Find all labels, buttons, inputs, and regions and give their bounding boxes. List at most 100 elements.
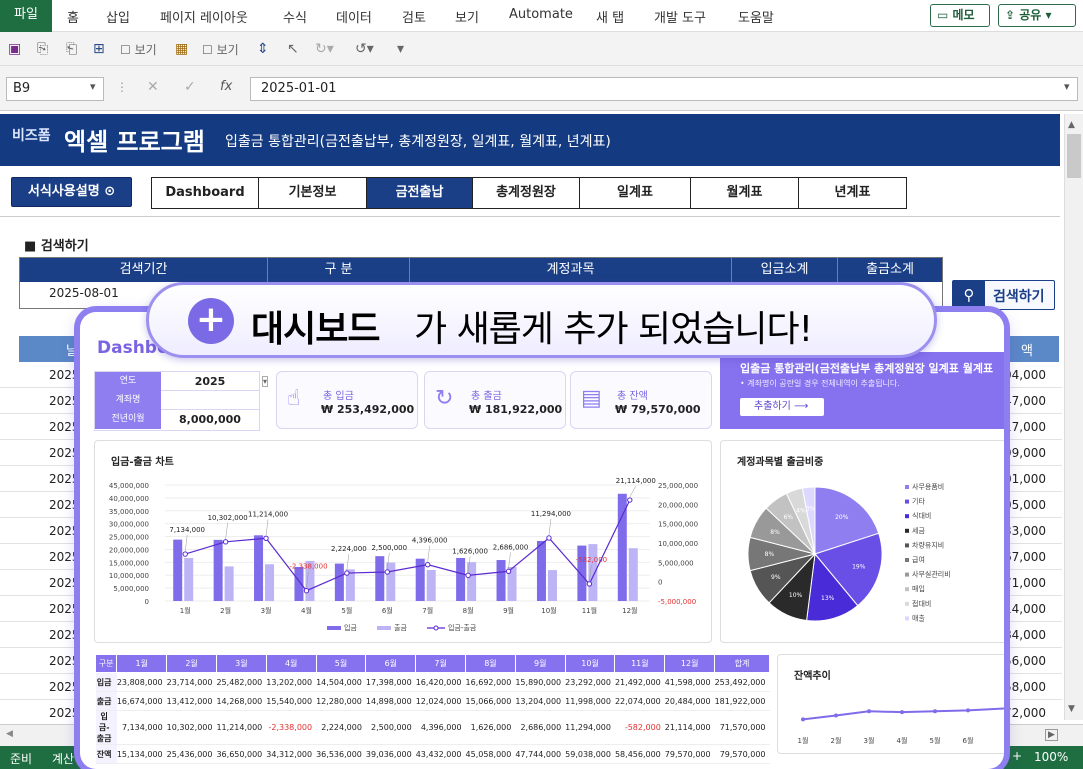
menu-insert[interactable]: 삽입 <box>106 7 130 26</box>
ledger-amount: 05,000 <box>1004 498 1046 512</box>
menu-formulas[interactable]: 수식 <box>283 7 307 26</box>
table-cell: 23,292,000 <box>565 672 615 692</box>
net-point <box>586 581 593 587</box>
row-key: 입금-출금 <box>95 710 117 745</box>
table-cell: 23,714,000 <box>166 672 217 692</box>
year-select[interactable]: 2025 <box>161 372 259 391</box>
view-checkbox-2[interactable]: ☐ 보기 <box>202 41 239 58</box>
paste-icon[interactable]: ⎘ <box>37 41 48 57</box>
income-header: 입금소계 <box>732 258 838 282</box>
tab-general-ledger[interactable]: 총계정원장 <box>473 178 580 208</box>
expand-formula-icon[interactable]: ▾ <box>1064 80 1070 93</box>
expense-bar <box>628 548 638 601</box>
table-cell: 14,268,000 <box>216 691 267 711</box>
income-bar <box>294 566 304 601</box>
ledger-date: 2025 <box>49 654 80 668</box>
menu-page-layout[interactable]: 페이지 레이아웃 <box>160 7 248 26</box>
year-dropdown-icon[interactable]: ▾ <box>262 376 269 387</box>
expense-bar <box>224 566 234 601</box>
row-key: 출금 <box>95 691 117 711</box>
label-leader <box>184 535 188 552</box>
tab-daily[interactable]: 일계표 <box>580 178 691 208</box>
scroll-right-icon[interactable]: ▶ <box>1045 729 1058 741</box>
legend-label: 입금-출금 <box>448 623 477 632</box>
status-calc: 계산 <box>52 752 75 766</box>
menu-data[interactable]: 데이터 <box>336 7 372 26</box>
ledger-amount: 14,000 <box>1004 602 1046 616</box>
ledger-amount: 47,000 <box>1004 394 1046 408</box>
data-label: 11,214,000 <box>248 510 288 518</box>
formula-input[interactable]: 2025-01-01 <box>250 77 1078 101</box>
row-key: 입금 <box>95 672 117 692</box>
zoom-level[interactable]: 100% <box>1034 750 1068 764</box>
search-section-label: 검색하기 <box>40 239 89 254</box>
table-cell: 15,066,000 <box>465 691 516 711</box>
tab-monthly[interactable]: 월계표 <box>691 178 799 208</box>
undo-icon[interactable]: ↺▾ <box>355 41 374 57</box>
menu-view[interactable]: 보기 <box>455 7 479 26</box>
share-button[interactable]: ⇪ 공유 ▾ <box>998 4 1076 27</box>
legend-swatch <box>327 626 341 630</box>
cancel-icon[interactable]: ✕ <box>147 79 159 95</box>
table-cell: 25,482,000 <box>216 672 267 692</box>
legend-label: 입금 <box>344 624 357 632</box>
table-cell: 36,650,000 <box>216 744 267 764</box>
scroll-up-icon[interactable]: ▲ <box>1068 120 1075 130</box>
period-start-input[interactable]: 2025-08-01 <box>49 286 119 300</box>
view-checkbox-1[interactable]: ☐ 보기 <box>120 41 157 58</box>
menu-help[interactable]: 도움말 <box>738 7 774 26</box>
menu-review[interactable]: 검토 <box>402 7 426 26</box>
table-header-cell: 8월 <box>465 654 516 673</box>
tab-cash-ledger[interactable]: 금전출납 <box>367 178 473 208</box>
guide-button[interactable]: 서식사용설명 ⊙ <box>11 177 132 207</box>
income-bar <box>334 563 344 601</box>
balance-point <box>966 708 970 713</box>
namebox-dropdown-icon[interactable]: ▾ <box>90 80 96 93</box>
vertical-scrollbar[interactable]: ▲ ▼ <box>1064 114 1083 720</box>
ledger-date: 2025 <box>49 446 80 460</box>
kpi-label: 총 출금 <box>471 391 502 402</box>
menu-home[interactable]: 홈 <box>67 7 79 26</box>
memo-button[interactable]: ▭ 메모 <box>930 4 990 27</box>
account-header: 계정과목 <box>410 258 732 282</box>
y-tick-label: 45,000,000 <box>109 482 149 490</box>
tab-dashboard[interactable]: Dashboard <box>152 178 259 208</box>
enter-icon[interactable]: ✓ <box>184 79 196 95</box>
kpi-label: 총 입금 <box>323 391 354 402</box>
net-point <box>384 569 390 575</box>
data-label: 1,626,000 <box>452 547 488 555</box>
table-icon[interactable]: ▦ <box>175 41 188 57</box>
extract-button[interactable]: 추출하기 ⟶ <box>740 398 824 416</box>
pointer-icon[interactable]: ↖ <box>287 41 299 57</box>
table-header-cell: 1월 <box>116 654 168 673</box>
tab-basic-info[interactable]: 기본정보 <box>259 178 367 208</box>
clipboard-icon[interactable]: ⎗ <box>66 41 77 57</box>
insert-function-icon[interactable]: fx <box>220 79 232 94</box>
redo-icon[interactable]: ↻▾ <box>315 41 334 57</box>
menu-file[interactable]: 파일 <box>0 0 52 32</box>
account-input[interactable] <box>161 391 259 410</box>
resize-icon[interactable]: ⇕ <box>257 41 269 57</box>
save-icon[interactable]: ▣ <box>8 41 21 57</box>
screenshot-icon[interactable]: ⊞ <box>93 41 105 57</box>
tab-yearly[interactable]: 년계표 <box>799 178 906 208</box>
table-cell: 15,134,000 <box>116 744 167 764</box>
menu-developer[interactable]: 개발 도구 <box>654 7 706 26</box>
menu-automate[interactable]: Automate <box>509 7 573 22</box>
search-button[interactable]: ⚲ 검색하기 <box>952 280 1055 310</box>
table-cell: 36,536,000 <box>316 744 366 764</box>
kpi-label: 총 잔액 <box>617 391 648 402</box>
slice-label: 13% <box>821 595 835 602</box>
kpi-value: ₩ 181,922,000 <box>469 403 563 416</box>
scroll-down-icon[interactable]: ▼ <box>1068 704 1075 714</box>
ledger-amount: 72,000 <box>1004 706 1046 720</box>
customize-icon[interactable]: ▾ <box>397 41 404 57</box>
zoom-in-button[interactable]: + <box>1012 749 1022 763</box>
menu-new-tab[interactable]: 새 탭 <box>596 7 624 26</box>
ledger-amount: 56,000 <box>1004 654 1046 668</box>
divider <box>0 216 1060 217</box>
sheet-prev-icon[interactable]: ◀ <box>6 729 13 739</box>
ledger-date: 2025 <box>49 628 80 642</box>
scroll-thumb[interactable] <box>1067 134 1081 178</box>
promo-title: 입출금 통합관리(금전출납부 총계정원장 일계표 월계표 <box>740 362 994 375</box>
